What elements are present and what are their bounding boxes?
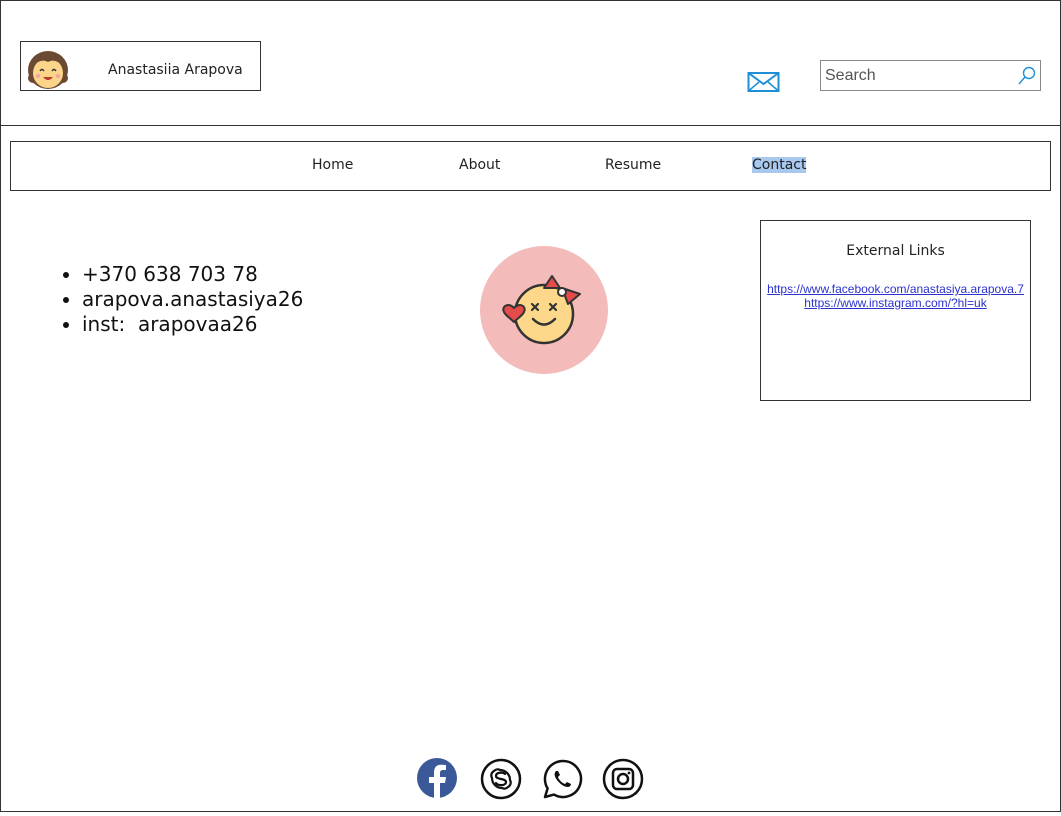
facebook-icon[interactable] [416,758,458,800]
external-links-title: External Links [846,243,945,259]
contact-phone: +370 638 703 78 [82,262,303,287]
facebook-link[interactable]: https://www.facebook.com/anastasiya.arap… [761,282,1030,296]
contact-list: +370 638 703 78 arapova.anastasiya26 ins… [58,262,303,337]
profile-avatar [480,246,608,374]
envelope-icon[interactable] [747,71,780,93]
search-input[interactable] [825,65,1010,87]
brand-box[interactable]: Anastasiia Arapova [20,41,261,91]
external-links-panel: External Links https://www.facebook.com/… [760,220,1031,401]
inst-handle: arapovaa26 [137,312,258,336]
instagram-link[interactable]: https://www.instagram.com/?hl=uk [761,296,1030,310]
girl-avatar-icon [28,51,68,89]
search-box [820,60,1041,91]
nav-resume[interactable]: Resume [605,157,661,173]
contact-email: arapova.anastasiya26 [82,287,303,312]
page-frame [0,0,1061,812]
brand-name: Anastasiia Arapova [108,62,243,78]
nav-about[interactable]: About [459,157,500,173]
magnifier-icon[interactable] [1017,66,1037,86]
inst-label: inst: [82,312,126,336]
nav-contact[interactable]: Contact [752,157,807,173]
skype-icon[interactable] [480,758,522,800]
instagram-icon[interactable] [602,758,644,800]
phone-text: +370 638 703 78 [82,262,258,286]
whatsapp-icon[interactable] [542,758,584,800]
external-links-list: https://www.facebook.com/anastasiya.arap… [761,282,1030,310]
header-divider [0,125,1061,126]
nav-home[interactable]: Home [312,157,353,173]
smiley-girl-icon [502,275,581,345]
contact-instagram: inst: arapovaa26 [82,312,303,337]
main-navbar: Home About Resume Contact [10,141,1051,191]
email-text: arapova.anastasiya26 [82,287,304,311]
